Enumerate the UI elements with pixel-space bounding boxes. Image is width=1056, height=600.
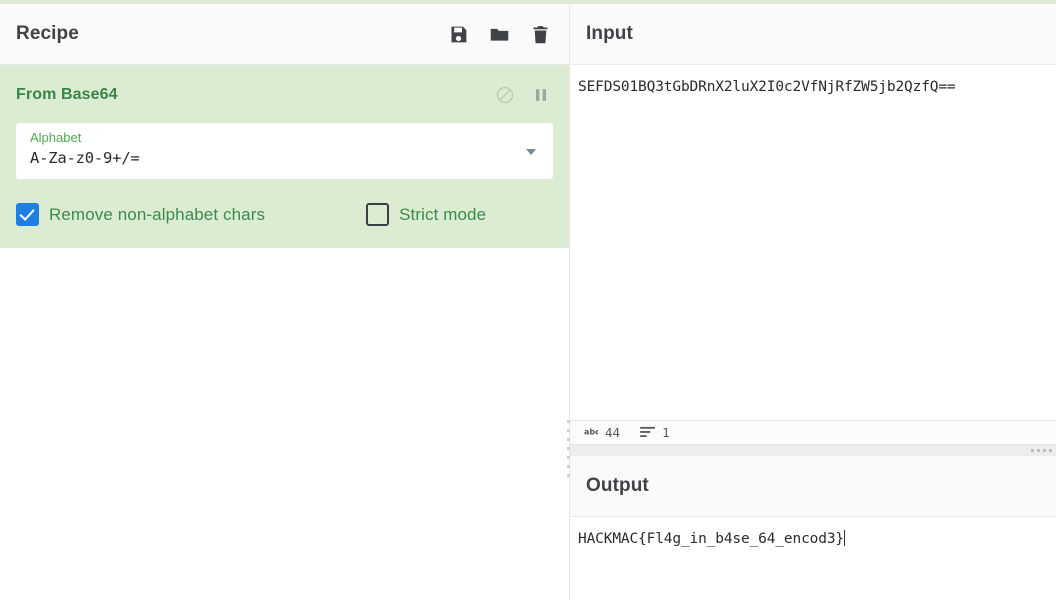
output-header: Output [570,456,1056,517]
remove-non-alphabet-chars-checkbox[interactable]: Remove non-alphabet chars [16,203,265,226]
output-value: HACKMAC{Fl4g_in_b4se_64_encod3} [578,531,844,547]
input-status-bar: abc 44 1 [570,420,1056,445]
checkbox-unchecked-icon[interactable] [366,203,389,226]
vertical-splitter[interactable] [566,420,572,474]
disable-icon[interactable] [495,85,515,105]
trash-icon[interactable] [530,24,551,45]
output-title: Output [586,475,649,497]
alphabet-input[interactable]: A-Za-z0-9+/= [30,146,523,170]
abc-icon: abc [584,424,598,442]
input-lines-status: 1 [634,424,676,442]
recipe-title: Recipe [16,23,79,45]
input-lines-value: 1 [662,425,670,440]
output-textarea[interactable]: HACKMAC{Fl4g_in_b4se_64_encod3} [570,517,1056,600]
strict-mode-label: Strict mode [399,205,486,225]
lines-icon [640,424,655,442]
save-icon[interactable] [448,24,469,45]
recipe-actions [448,24,551,45]
cyberchef-app: Recipe [0,0,1056,600]
alphabet-label: Alphabet [30,130,523,146]
operation-header: From Base64 [0,65,569,109]
checkbox-checked-icon[interactable] [16,203,39,226]
pause-icon[interactable] [531,85,551,105]
output-section: Output HACKMAC{Fl4g_in_b4se_64_encod3} [570,456,1056,600]
svg-text:abc: abc [584,427,598,436]
text-caret [844,530,845,546]
alphabet-field[interactable]: Alphabet A-Za-z0-9+/= [16,123,553,179]
strict-mode-checkbox[interactable]: Strict mode [366,203,486,226]
io-pane: Input SEFDS01BQ3tGbDRnX2luX2I0c2VfNjRfZW… [570,0,1056,600]
recipe-pane: Recipe [0,0,570,600]
output-text[interactable]: HACKMAC{Fl4g_in_b4se_64_encod3} [578,529,1056,549]
input-header: Input [570,4,1056,65]
input-length-value: 44 [605,425,620,440]
operation-checkbox-row: Remove non-alphabet chars Strict mode [0,179,569,226]
recipe-drop-area[interactable] [0,248,569,600]
input-title: Input [586,23,633,45]
input-text[interactable]: SEFDS01BQ3tGbDRnX2luX2I0c2VfNjRfZW5jb2Qz… [578,77,1056,97]
operation-title: From Base64 [16,86,118,104]
horizontal-splitter[interactable] [570,445,1056,456]
operation-controls [495,85,553,105]
recipe-title-bar: Recipe [0,4,569,65]
splitter-grip[interactable] [1031,449,1052,452]
chevron-down-icon[interactable] [526,149,536,155]
operation-from-base64[interactable]: From Base64 [0,65,569,248]
folder-icon[interactable] [489,24,510,45]
remove-non-alphabet-chars-label: Remove non-alphabet chars [49,205,265,225]
input-length-status: abc 44 [578,424,626,442]
input-textarea[interactable]: SEFDS01BQ3tGbDRnX2luX2I0c2VfNjRfZW5jb2Qz… [570,65,1056,420]
